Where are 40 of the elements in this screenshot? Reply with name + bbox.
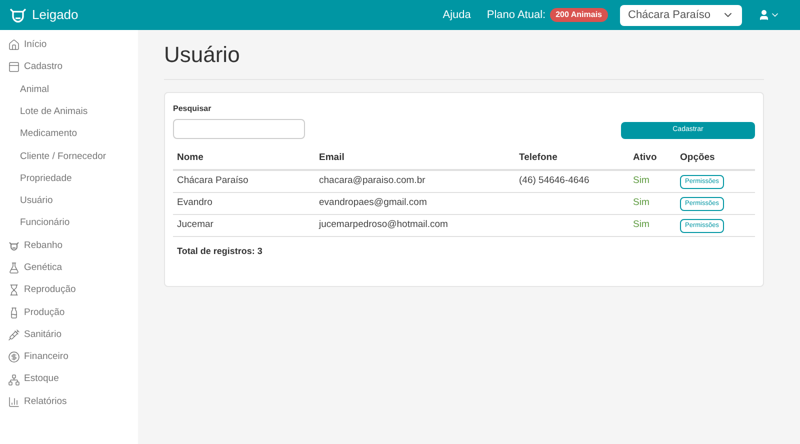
- sidebar-item[interactable]: Sanitário: [0, 324, 138, 346]
- column-header: Telefone: [515, 147, 629, 170]
- sidebar-item[interactable]: Cadastro: [0, 56, 138, 79]
- table-cell: Sim: [629, 214, 676, 236]
- sidebar-subitem[interactable]: Funcionário: [0, 212, 138, 235]
- column-header: Email: [315, 147, 515, 170]
- help-link[interactable]: Ajuda: [442, 6, 471, 24]
- sidebar-subitem[interactable]: Propriedade: [0, 168, 138, 190]
- table-cell: jucemarpedroso@hotmail.com: [315, 214, 515, 236]
- table-cell: (46) 54646-4646: [515, 170, 629, 192]
- plan-badge: 200 Animais: [550, 8, 608, 22]
- sidebar-subitem[interactable]: Medicamento: [0, 123, 138, 146]
- plan-label: Plano Atual:: [486, 8, 546, 23]
- sidebar-item[interactable]: Início: [0, 34, 138, 56]
- search-label: Pesquisar: [173, 103, 212, 115]
- total-count: Total de registros: 3: [176, 244, 264, 258]
- sidebar-item[interactable]: Financeiro: [0, 346, 138, 368]
- table-cell: Evandro: [173, 192, 315, 214]
- sidebar-item[interactable]: Relatórios: [0, 390, 138, 414]
- table-cell: Jucemar: [173, 214, 315, 236]
- table-cell: chacara@paraiso.com.br: [315, 170, 515, 192]
- table-cell: Sim: [629, 170, 676, 192]
- sidebar-subitem[interactable]: Animal: [0, 78, 138, 101]
- sidebar-subitem[interactable]: Cliente / Fornecedor: [0, 145, 138, 168]
- sidebar-item[interactable]: Estoque: [0, 368, 138, 391]
- sidebar-item[interactable]: Produção: [0, 302, 138, 324]
- column-header: Nome: [173, 147, 315, 170]
- table-cell: Chácara Paraíso: [173, 170, 315, 192]
- page-title: Usuário: [164, 38, 764, 80]
- table-cell: evandropaes@gmail.com: [315, 192, 515, 214]
- sidebar-item[interactable]: Reprodução: [0, 279, 138, 302]
- column-header: Ativo: [629, 147, 676, 170]
- property-select[interactable]: Chácara Paraíso: [620, 4, 742, 26]
- sidebar-item[interactable]: Genética: [0, 256, 138, 280]
- sidebar-item[interactable]: Rebanho: [0, 234, 138, 257]
- sidebar-subitem[interactable]: Usuário: [0, 190, 138, 212]
- table-cell: Sim: [629, 192, 676, 214]
- column-header: Opções: [676, 147, 755, 170]
- sidebar-subitem[interactable]: Lote de Animais: [0, 100, 138, 124]
- brand-name: Leigado: [32, 6, 78, 24]
